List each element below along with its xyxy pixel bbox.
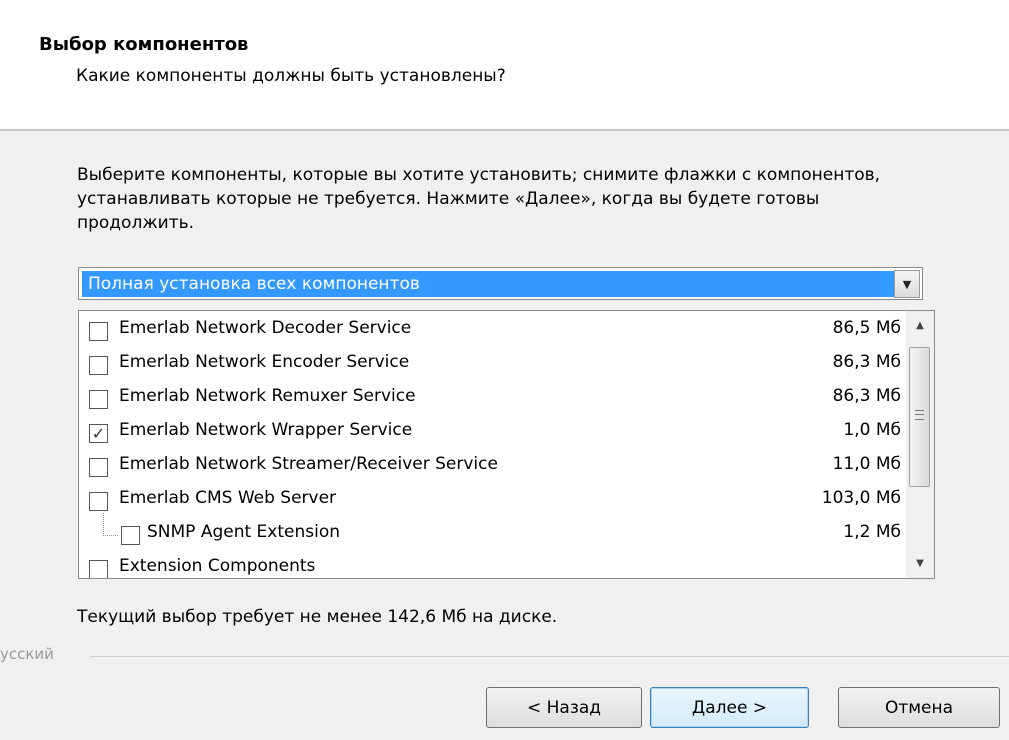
install-type-select[interactable]: Полная установка всех компонентов ▼ [78,267,923,300]
component-label: Emerlab Network Decoder Service [119,318,412,338]
chevron-down-icon: ▼ [902,277,912,291]
component-checkbox[interactable] [89,492,108,511]
check-icon: ✓ [91,424,106,443]
component-size: 103,0 Мб [821,488,901,508]
component-size: 86,3 Мб [832,352,901,372]
cancel-button[interactable]: Отмена [838,687,1000,728]
component-size: 1,2 Мб [843,522,901,542]
component-checkbox[interactable] [89,390,108,409]
page-title: Выбор компонентов [39,34,249,55]
component-label: Emerlab Network Streamer/Receiver Servic… [119,454,498,474]
tree-connector [103,513,118,536]
grip-icon [915,410,924,420]
component-checkbox[interactable] [89,458,108,477]
list-item[interactable]: Emerlab Network Streamer/Receiver Servic… [79,449,905,483]
install-type-selected[interactable]: Полная установка всех компонентов [82,271,899,297]
component-label: Emerlab CMS Web Server [119,488,337,508]
component-checkbox[interactable]: ✓ [89,424,108,443]
list-item[interactable]: ✓ Emerlab Network Wrapper Service 1,0 Мб [79,415,905,449]
component-label: Emerlab Network Encoder Service [119,352,410,372]
component-size: 86,5 Мб [832,318,901,338]
back-button[interactable]: < Назад [486,687,642,728]
list-item[interactable]: Extension Components [79,551,905,578]
component-checkbox[interactable] [121,526,140,545]
list-item[interactable]: SNMP Agent Extension 1,2 Мб [79,513,905,551]
wizard-header: Выбор компонентов Какие компоненты должн… [0,0,1009,129]
next-button[interactable]: Далее > [650,687,809,728]
list-scrollbar[interactable]: ▲ ▼ [906,311,934,578]
component-size: 1,0 Мб [843,420,901,440]
disk-space-note: Текущий выбор требует не менее 142,6 Мб … [77,607,558,627]
list-item[interactable]: Emerlab Network Remuxer Service 86,3 Мб [79,381,905,415]
component-size: 86,3 Мб [832,386,901,406]
instructions-text: Выберите компоненты, которые вы хотите у… [77,165,881,233]
dropdown-button[interactable]: ▼ [894,270,920,298]
component-label: Extension Components [119,556,316,576]
list-item[interactable]: Emerlab Network Decoder Service 86,5 Мб [79,313,905,347]
component-checkbox[interactable] [89,322,108,341]
footer-divider [90,656,1009,657]
scroll-down-icon[interactable]: ▼ [906,551,934,577]
component-checkbox[interactable] [89,356,108,375]
component-label: Emerlab Network Wrapper Service [119,420,413,440]
component-label: Emerlab Network Remuxer Service [119,386,416,406]
component-label: SNMP Agent Extension [147,522,341,542]
component-size: 11,0 Мб [832,454,901,474]
scroll-up-icon[interactable]: ▲ [906,313,934,339]
component-checkbox[interactable] [89,560,108,578]
page-subtitle: Какие компоненты должны быть установлены… [76,66,506,86]
list-item[interactable]: Emerlab Network Encoder Service 86,3 Мб [79,347,905,381]
language-label: усский [0,645,54,663]
scrollbar-thumb[interactable] [909,347,930,487]
components-list[interactable]: Emerlab Network Decoder Service 86,5 Мб … [78,310,935,579]
list-item[interactable]: Emerlab CMS Web Server 103,0 Мб [79,483,905,517]
